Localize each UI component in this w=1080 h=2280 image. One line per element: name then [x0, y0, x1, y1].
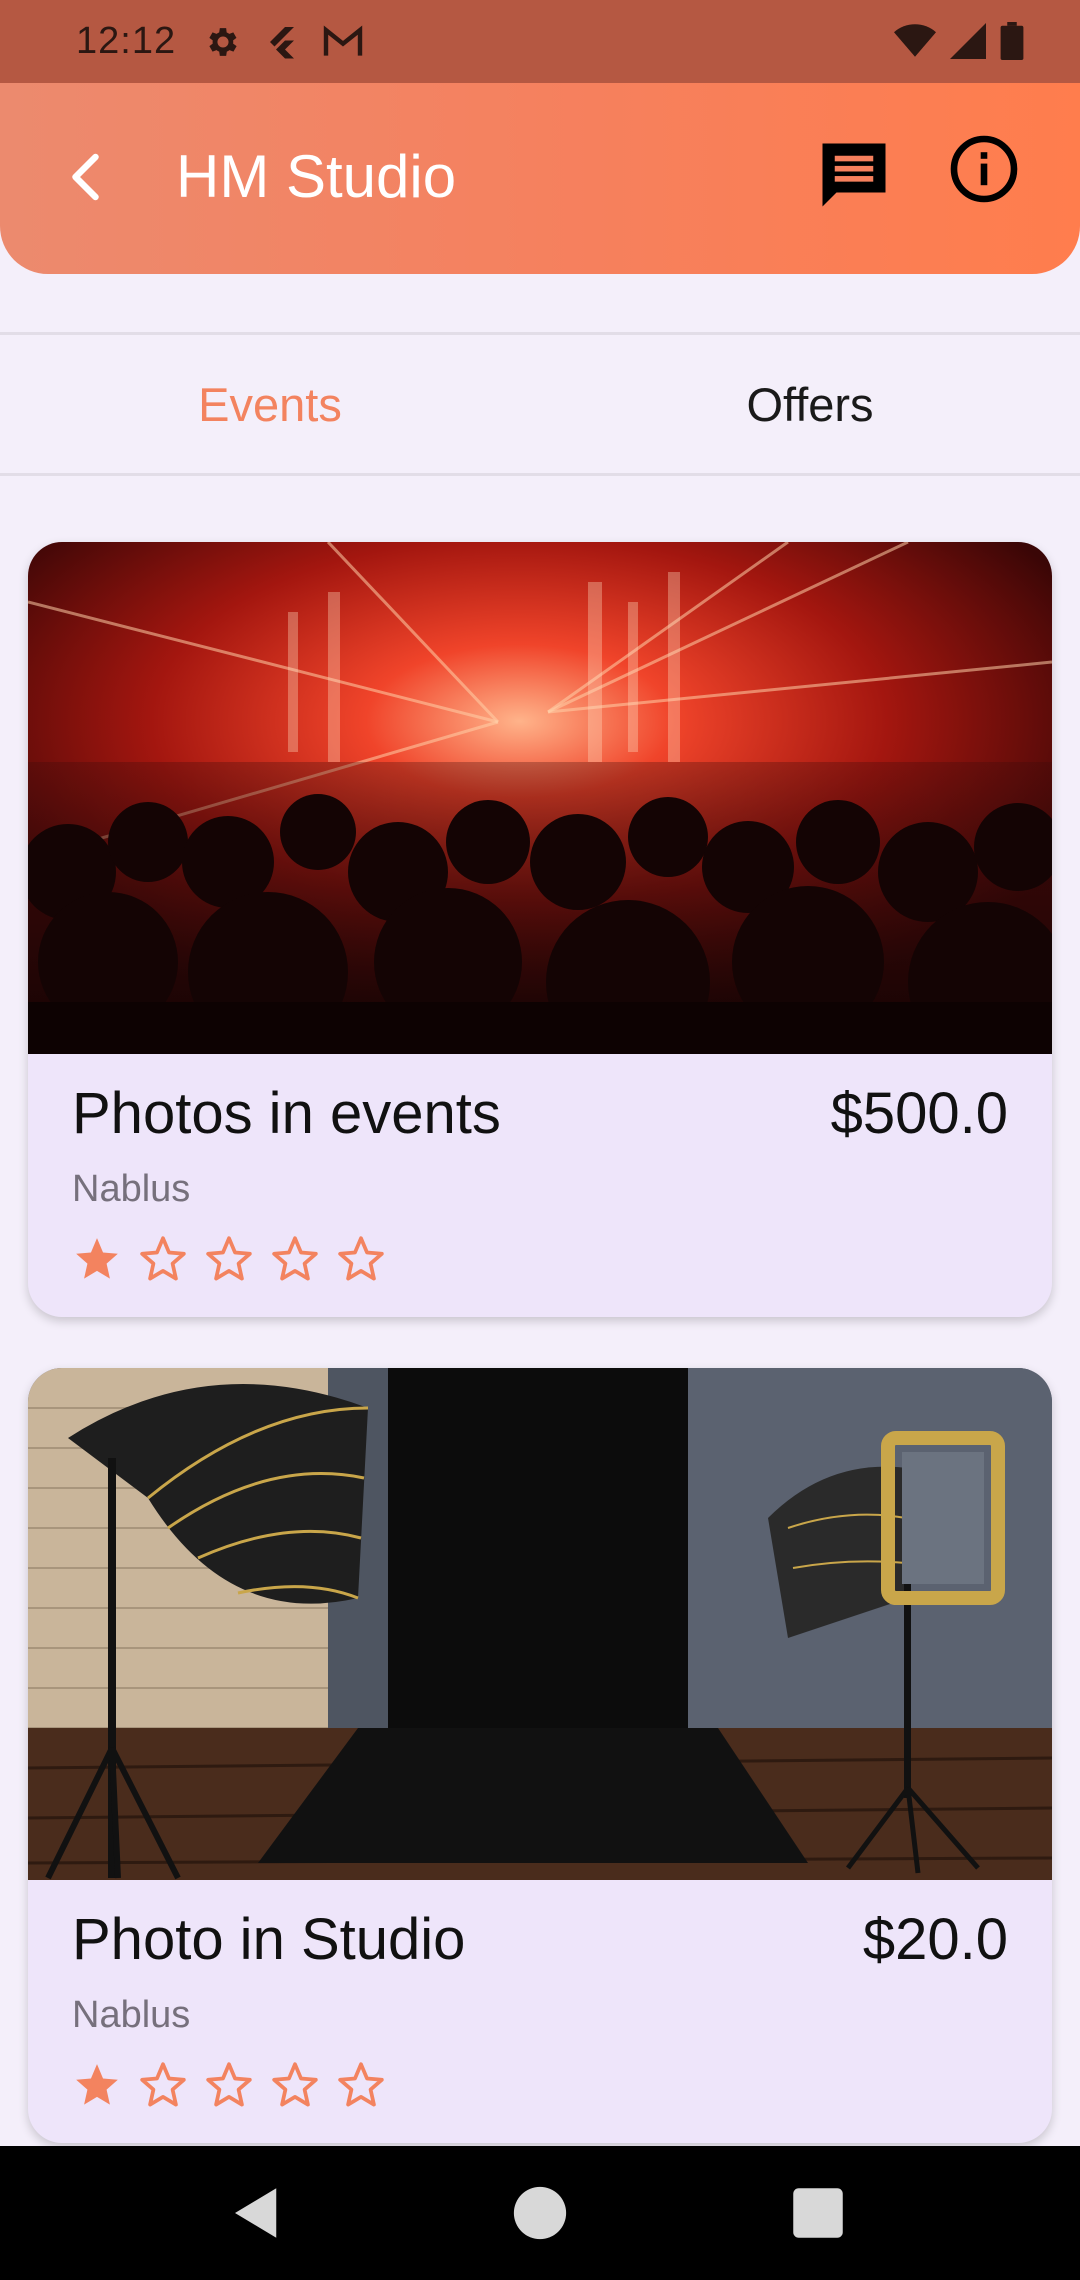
back-arrow-icon[interactable]: [58, 147, 118, 207]
card-title: Photos in events: [72, 1081, 501, 1146]
flutter-icon: [270, 26, 295, 58]
star-outline-icon[interactable]: [138, 2060, 188, 2110]
photo-studio-image: [28, 1368, 1052, 1880]
card-location: Nablus: [72, 1994, 191, 2036]
signal-icon: [950, 23, 986, 59]
concert-crowd-image: [28, 542, 1052, 1064]
info-icon[interactable]: [948, 133, 1020, 205]
message-icon[interactable]: [812, 133, 896, 217]
status-bar: 12:12: [0, 0, 1080, 83]
star-outline-icon[interactable]: [336, 1234, 386, 1284]
page-title: HM Studio: [176, 143, 457, 210]
star-filled-icon[interactable]: [72, 1234, 122, 1284]
star-outline-icon[interactable]: [204, 1234, 254, 1284]
star-filled-icon[interactable]: [72, 2060, 122, 2110]
status-icons-left: [204, 23, 364, 61]
gmail-icon: [323, 25, 363, 56]
rating-stars: [72, 1234, 386, 1284]
home-circle-icon[interactable]: [507, 2180, 573, 2246]
gear-icon: [209, 27, 237, 56]
star-outline-icon[interactable]: [336, 2060, 386, 2110]
star-outline-icon[interactable]: [138, 1234, 188, 1284]
status-icons-right: [894, 22, 1024, 60]
star-outline-icon[interactable]: [204, 2060, 254, 2110]
wifi-icon: [894, 24, 936, 57]
tab-bar: Events Offers: [0, 332, 1080, 476]
card-price: $500.0: [830, 1081, 1008, 1146]
card-title: Photo in Studio: [72, 1907, 466, 1972]
star-outline-icon[interactable]: [270, 1234, 320, 1284]
system-nav-bar: [0, 2146, 1080, 2280]
app-bar: HM Studio: [0, 83, 1080, 274]
event-card[interactable]: Photos in events $500.0 Nablus: [28, 542, 1052, 1317]
star-outline-icon[interactable]: [270, 2060, 320, 2110]
recents-square-icon[interactable]: [785, 2180, 851, 2246]
status-time: 12:12: [76, 20, 177, 62]
card-price: $20.0: [862, 1907, 1008, 1972]
battery-icon: [1000, 22, 1024, 60]
card-location: Nablus: [72, 1168, 191, 1210]
back-triangle-icon[interactable]: [224, 2180, 290, 2246]
tab-events[interactable]: Events: [0, 335, 540, 473]
rating-stars: [72, 2060, 386, 2110]
tab-offers[interactable]: Offers: [540, 335, 1080, 473]
event-card[interactable]: Photo in Studio $20.0 Nablus: [28, 1368, 1052, 2143]
